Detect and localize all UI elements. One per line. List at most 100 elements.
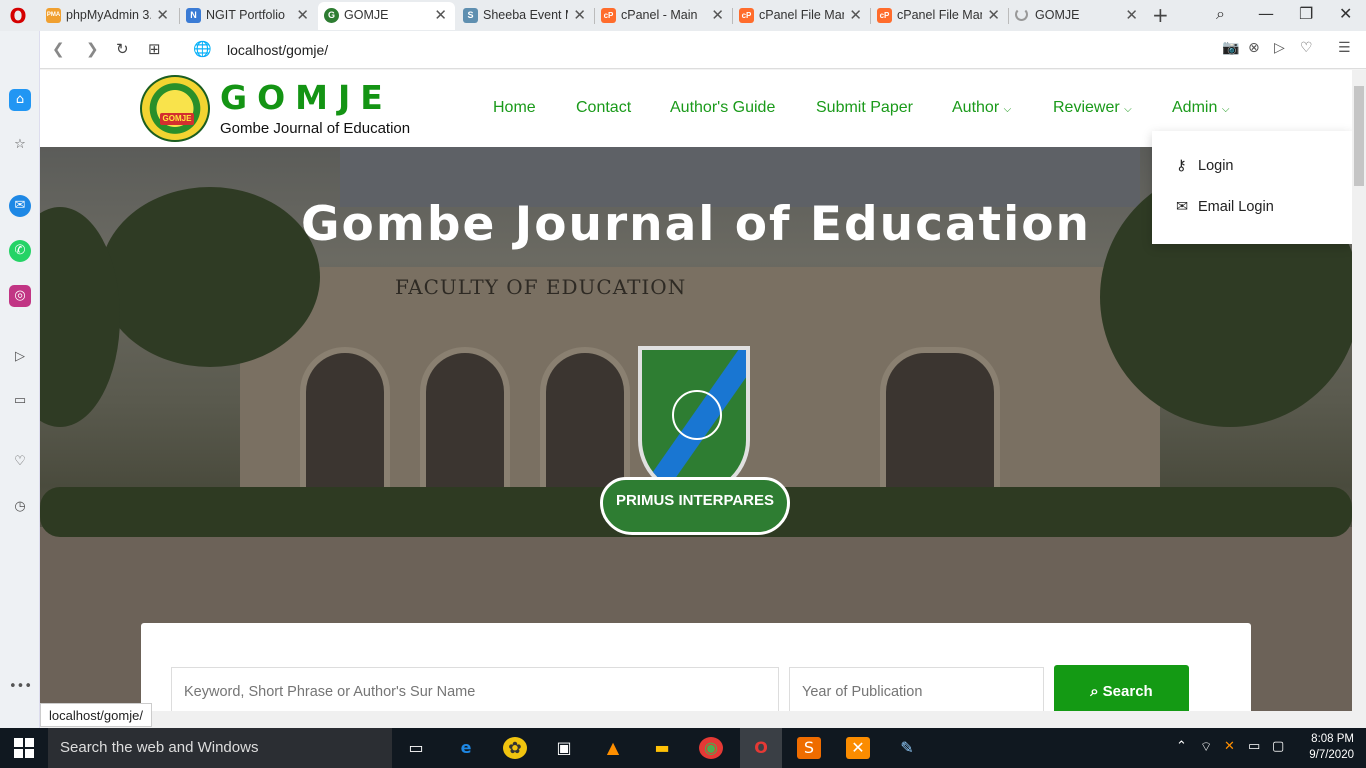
battery-icon[interactable]: ▭ — [1248, 739, 1260, 754]
tab-cpanel-file-manager-2[interactable]: cP cPanel File Man ✕ — [871, 2, 1008, 30]
key-icon: ⚷ — [1176, 158, 1187, 174]
sheeba-favicon-icon: S — [463, 8, 478, 23]
tab-title: phpMyAdmin 3. — [66, 8, 151, 22]
scrollbar-thumb[interactable] — [1354, 86, 1364, 186]
task-view-icon[interactable]: ▭ — [404, 737, 428, 759]
app-icon[interactable]: ✿ — [503, 737, 527, 759]
tray-chevron-icon[interactable]: ⌃ — [1176, 739, 1187, 754]
file-explorer-icon[interactable]: ▬ — [650, 737, 674, 759]
tab-search-icon[interactable]: ⌕ — [1216, 4, 1225, 24]
browser-tab-strip: O PMA phpMyAdmin 3. ✕ N NGIT Portfolio ✕… — [0, 0, 1366, 31]
close-tab-icon[interactable]: ✕ — [987, 2, 1000, 28]
status-bar-url: localhost/gomje/ — [40, 703, 152, 727]
forward-arrow-icon[interactable]: ❯ — [86, 40, 99, 58]
home-icon[interactable]: ⌂ — [9, 89, 31, 111]
url-field[interactable]: localhost/gomje/ — [227, 42, 328, 58]
close-tab-icon[interactable]: ✕ — [434, 2, 447, 28]
pinboard-heart-icon[interactable]: ♡ — [9, 451, 31, 473]
year-of-publication-input[interactable] — [789, 667, 1044, 711]
send-icon[interactable]: ▷ — [1274, 40, 1285, 56]
search-icon: ⌕ — [1090, 682, 1099, 700]
close-tab-icon[interactable]: ✕ — [156, 2, 169, 28]
close-tab-icon[interactable]: ✕ — [849, 2, 862, 28]
logo-subtitle: Gombe Journal of Education — [220, 120, 411, 137]
opera-taskbar-icon[interactable]: O — [740, 728, 782, 768]
tab-title: cPanel File Man — [759, 8, 844, 22]
bookmark-heart-icon[interactable]: ♡ — [1300, 40, 1313, 56]
nav-authors-guide[interactable]: Author's Guide — [670, 99, 775, 117]
tab-sheeba-event[interactable]: S Sheeba Event M ✕ — [457, 2, 594, 30]
notification-icon[interactable]: ▢ — [1272, 739, 1284, 754]
messenger-icon[interactable]: ✉ — [9, 195, 31, 217]
instagram-icon[interactable]: ◎ — [9, 285, 31, 307]
page-viewport: GOMJE GOMJE Gombe Journal of Education H… — [40, 70, 1352, 711]
taskbar-clock[interactable]: 8:08 PM 9/7/2020 — [1298, 731, 1354, 763]
chrome-icon[interactable]: ◉ — [699, 737, 723, 759]
wifi-icon[interactable]: ⌔ — [1200, 739, 1212, 755]
close-tab-icon[interactable]: ✕ — [1125, 2, 1138, 28]
close-window-icon[interactable]: ✕ — [1339, 4, 1352, 23]
sublime-text-icon[interactable]: S — [797, 737, 821, 759]
tab-grid-icon[interactable]: ⊞ — [148, 40, 161, 58]
chevron-down-icon: ⌵ — [1124, 104, 1132, 115]
horizontal-scrollbar[interactable] — [40, 711, 1366, 728]
logo-title[interactable]: GOMJE — [220, 78, 393, 117]
opera-menu-icon[interactable]: O — [6, 5, 30, 27]
seal-label: GOMJE — [160, 113, 194, 125]
adblock-icon[interactable]: ⊗ — [1248, 40, 1260, 56]
cpanel-favicon-icon: cP — [739, 8, 754, 23]
menu-item-label: Login — [1198, 158, 1234, 174]
reload-icon[interactable]: ↻ — [116, 40, 129, 58]
restore-window-icon[interactable]: ❐ — [1299, 4, 1313, 23]
admin-login-link[interactable]: ⚷ Login — [1176, 158, 1233, 174]
building-sign: FACULTY OF EDUCATION — [395, 275, 687, 299]
more-options-icon[interactable]: ••• — [9, 676, 32, 698]
nav-admin-dropdown[interactable]: Admin ⌵ — [1172, 99, 1229, 117]
search-button-label: Search — [1102, 683, 1153, 700]
camera-snapshot-icon[interactable]: 📷 — [1222, 40, 1239, 56]
vertical-scrollbar[interactable] — [1352, 70, 1366, 711]
flow-send-icon[interactable]: ▷ — [9, 346, 31, 368]
gomje-seal-logo[interactable]: GOMJE — [140, 75, 210, 142]
clock-time: 8:08 PM — [1311, 733, 1354, 745]
taskbar-search-box[interactable]: Search the web and Windows — [48, 728, 392, 768]
tab-ngit-portfolio[interactable]: N NGIT Portfolio ✕ — [180, 2, 317, 30]
new-tab-icon[interactable]: + — [1152, 3, 1169, 27]
windows-start-icon[interactable] — [14, 738, 34, 758]
minimize-window-icon[interactable]: — — [1258, 4, 1274, 23]
paint-icon[interactable]: ✎ — [895, 737, 919, 759]
whatsapp-icon[interactable]: ✆ — [9, 240, 31, 262]
keyword-search-input[interactable] — [171, 667, 779, 711]
history-clock-icon[interactable]: ◷ — [9, 496, 31, 518]
tab-title: cPanel - Main — [621, 8, 698, 22]
back-arrow-icon[interactable]: ❮ — [52, 40, 65, 58]
tab-cpanel-file-manager[interactable]: cP cPanel File Man ✕ — [733, 2, 870, 30]
menu-item-label: Email Login — [1198, 199, 1274, 215]
xampp-tray-icon[interactable]: ✕ — [1224, 739, 1235, 754]
tab-gomje-loading[interactable]: GOMJE ✕ — [1009, 2, 1146, 30]
nav-reviewer-dropdown[interactable]: Reviewer ⌵ — [1053, 99, 1132, 117]
easy-setup-menu-icon[interactable]: ☰ — [1338, 40, 1351, 56]
xampp-icon[interactable]: ✕ — [846, 737, 870, 759]
nav-submit-paper[interactable]: Submit Paper — [816, 99, 913, 117]
star-icon[interactable]: ☆ — [9, 134, 31, 156]
vlc-icon[interactable]: ▲ — [601, 737, 625, 759]
nav-home[interactable]: Home — [493, 99, 536, 117]
tab-gomje-active[interactable]: G GOMJE ✕ — [318, 2, 455, 30]
close-tab-icon[interactable]: ✕ — [573, 2, 586, 28]
nav-label: Author — [952, 99, 1000, 116]
cpanel-favicon-icon: cP — [877, 8, 892, 23]
nav-label: Reviewer — [1053, 99, 1120, 116]
edge-browser-icon[interactable]: e — [454, 737, 478, 759]
close-tab-icon[interactable]: ✕ — [711, 2, 724, 28]
admin-email-login-link[interactable]: ✉ Email Login — [1176, 199, 1274, 215]
wallet-icon[interactable]: ▭ — [9, 390, 31, 412]
close-tab-icon[interactable]: ✕ — [296, 2, 309, 28]
store-icon[interactable]: ▣ — [552, 737, 576, 759]
nav-contact[interactable]: Contact — [576, 99, 631, 117]
tab-phpmyadmin[interactable]: PMA phpMyAdmin 3. ✕ — [40, 2, 177, 30]
nav-author-dropdown[interactable]: Author ⌵ — [952, 99, 1011, 117]
search-button[interactable]: ⌕ Search — [1054, 665, 1189, 711]
tab-cpanel-main[interactable]: cP cPanel - Main ✕ — [595, 2, 732, 30]
tab-title: NGIT Portfolio — [206, 8, 285, 22]
